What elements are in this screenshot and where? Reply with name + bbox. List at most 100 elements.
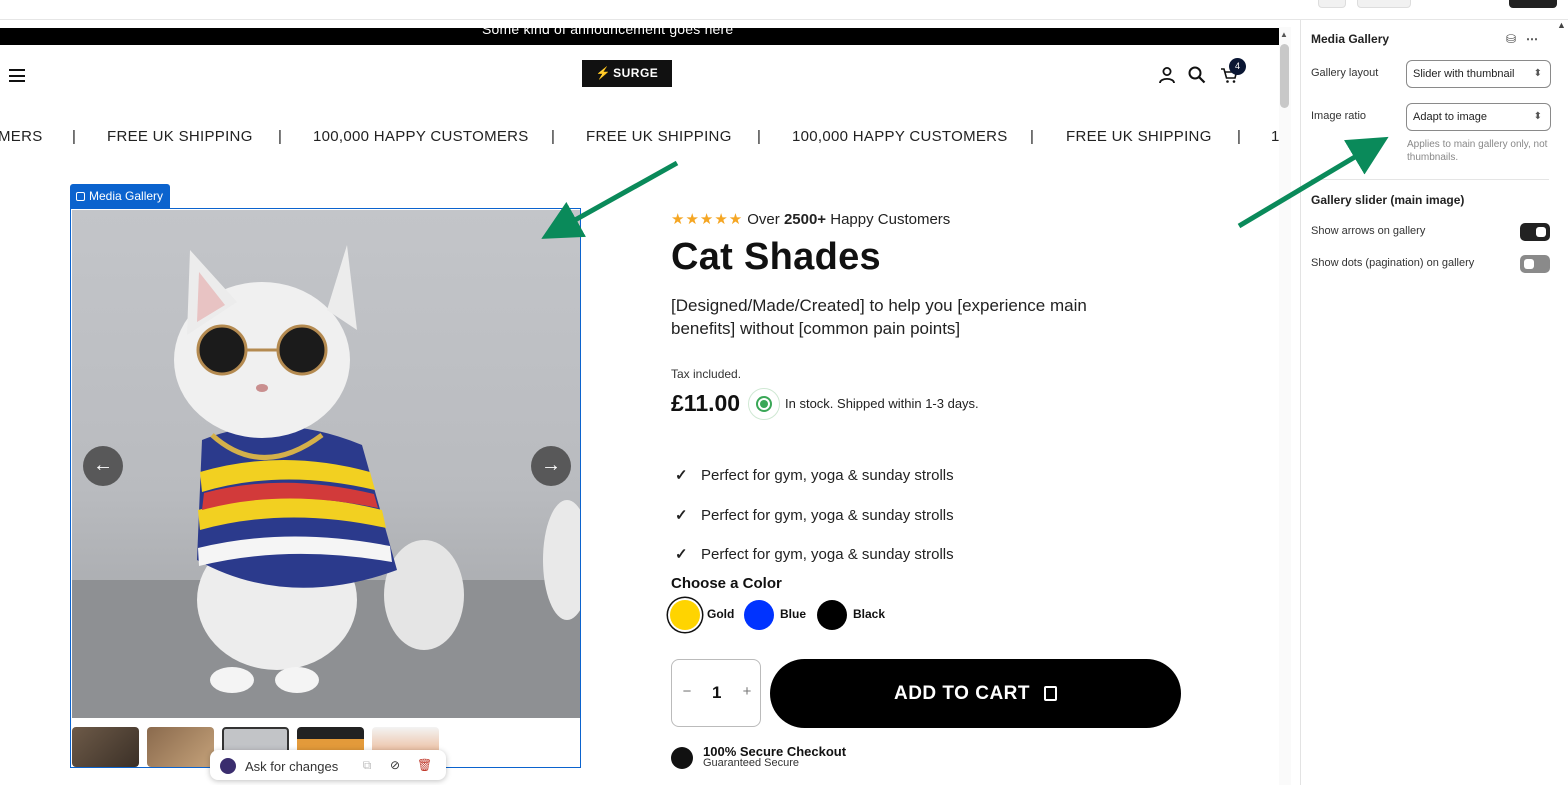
benefit-text: Perfect for gym, yoga & sunday strolls [701, 507, 954, 524]
gallery-layout-value: Slider with thumbnail [1413, 68, 1515, 80]
marquee-bar: MERS | FREE UK SHIPPING | 100,000 HAPPY … [0, 126, 1279, 148]
assistant-avatar-icon [220, 758, 236, 774]
save-button[interactable] [1509, 0, 1557, 8]
color-name-blue: Blue [780, 607, 807, 621]
color-swatch-blue[interactable] [744, 600, 774, 630]
quantity-value[interactable]: 1 [712, 683, 721, 703]
show-arrows-label: Show arrows on gallery [1311, 225, 1426, 237]
rating-stars-icon: ★★★★★ [671, 211, 744, 228]
benefit-item: ✓ Perfect for gym, yoga & sunday strolls [675, 506, 954, 524]
product-price: £11.00 [671, 390, 741, 416]
arrow-right-icon: → [541, 454, 561, 476]
slider-section-title: Gallery slider (main image) [1311, 193, 1465, 207]
preview-scrollbar[interactable]: ▲ [1279, 27, 1291, 785]
benefit-item: ✓ Perfect for gym, yoga & sunday strolls [675, 545, 954, 563]
check-icon: ✓ [675, 467, 688, 484]
marquee-divider: | [72, 128, 77, 145]
scrollbar-thumb[interactable] [1280, 44, 1289, 108]
product-title: Cat Shades [671, 236, 881, 278]
add-to-cart-button[interactable]: ADD TO CART [770, 659, 1181, 728]
media-gallery-section-tag[interactable]: Media Gallery [70, 184, 171, 208]
main-product-image[interactable] [72, 210, 580, 718]
marquee-divider: | [551, 128, 556, 145]
image-ratio-label: Image ratio [1311, 110, 1367, 122]
gallery-next-button[interactable]: → [531, 446, 571, 486]
in-stock-indicator-icon [748, 388, 780, 420]
chevron-updown-icon: ⬍ [1533, 68, 1542, 79]
section-icon [76, 192, 85, 201]
product-description: [Designed/Made/Created] to help you [exp… [671, 296, 1087, 338]
show-dots-toggle[interactable] [1520, 255, 1550, 273]
show-dots-label: Show dots (pagination) on gallery [1311, 257, 1475, 269]
announcement-bar: Some kind of announcement goes here [0, 28, 1279, 45]
cart-count-badge: 4 [1229, 58, 1246, 75]
quantity-decrease-button[interactable]: − [680, 683, 694, 700]
lock-icon [671, 747, 693, 769]
marquee-item: 100,000 HAPPY CUSTOMERS [792, 128, 1008, 145]
hide-icon[interactable]: ⊘ [388, 758, 402, 772]
gallery-layout-label: Gallery layout [1311, 67, 1379, 79]
marquee-divider: | [757, 128, 762, 145]
section-tag-label: Media Gallery [89, 189, 164, 203]
rating-count: 2500+ [783, 211, 827, 228]
logo-text: SURGE [613, 66, 659, 80]
more-options-icon[interactable]: ⋯ [1526, 32, 1538, 46]
image-ratio-select[interactable]: Adapt to image ⬍ [1406, 103, 1551, 131]
color-option-label: Choose a Color [671, 575, 782, 592]
panel-title: Media Gallery [1311, 32, 1390, 46]
stock-status: In stock. Shipped within 1-3 days. [785, 396, 979, 411]
ask-for-changes-bar: Ask for changes ⧉ ⊘ 🗑 [210, 750, 446, 780]
tax-note: Tax included. [671, 367, 742, 381]
color-swatch-gold[interactable] [670, 600, 700, 630]
database-icon[interactable]: ⛁ [1506, 32, 1516, 46]
quantity-increase-button[interactable]: + [740, 683, 754, 700]
rating-row: ★★★★★ Over 2500+ Happy Customers [671, 210, 950, 228]
site-header: ⚡ SURGE 4 [0, 45, 1279, 105]
settings-panel: Media Gallery ⛁ ⋯ Gallery layout Slider … [1300, 20, 1568, 785]
shopping-bag-icon [1044, 686, 1058, 701]
ask-for-changes-button[interactable]: Ask for changes [245, 759, 338, 774]
rating-prefix: Over [747, 211, 780, 228]
quantity-stepper: − 1 + [671, 659, 761, 727]
thumbnail[interactable] [147, 727, 214, 767]
menu-icon[interactable] [9, 69, 25, 82]
marquee-item: MERS [0, 128, 43, 145]
marquee-item: FREE UK SHIPPING [1066, 128, 1212, 145]
benefit-text: Perfect for gym, yoga & sunday strolls [701, 467, 954, 484]
device-toggle[interactable] [1357, 0, 1411, 8]
toolbar-button[interactable] [1318, 0, 1346, 8]
image-ratio-value: Adapt to image [1413, 111, 1487, 123]
color-name-gold: Gold [707, 607, 735, 621]
image-ratio-help: Applies to main gallery only, not thumbn… [1407, 139, 1548, 163]
editor-window: { "announcement": "Some kind of announce… [0, 0, 1568, 785]
delete-icon[interactable]: 🗑 [417, 758, 432, 772]
thumbnail[interactable] [72, 727, 139, 767]
account-icon[interactable] [1157, 65, 1177, 85]
arrow-left-icon: ← [93, 454, 113, 476]
check-icon: ✓ [675, 546, 688, 563]
benefit-item: ✓ Perfect for gym, yoga & sunday strolls [675, 466, 954, 484]
show-arrows-toggle[interactable] [1520, 223, 1550, 241]
store-logo[interactable]: ⚡ SURGE [582, 60, 672, 87]
search-icon[interactable] [1187, 65, 1207, 85]
marquee-divider: | [1030, 128, 1035, 145]
scroll-up-icon[interactable]: ▲ [1280, 30, 1288, 39]
rating-suffix: Happy Customers [830, 211, 951, 228]
benefit-text: Perfect for gym, yoga & sunday strolls [701, 546, 954, 563]
copy-icon[interactable]: ⧉ [360, 758, 374, 772]
color-name-black: Black [853, 607, 886, 621]
cat-photo [72, 245, 580, 718]
gallery-prev-button[interactable]: ← [83, 446, 123, 486]
divider [1311, 179, 1549, 180]
marquee-item: 100,000 HAPPY CUSTOMERS [313, 128, 529, 145]
panel-scroll-up-icon[interactable]: ▲ [1557, 20, 1566, 30]
color-swatch-black[interactable] [817, 600, 847, 630]
marquee-item: FREE UK SHIPPING [586, 128, 732, 145]
gallery-layout-select[interactable]: Slider with thumbnail ⬍ [1406, 60, 1551, 88]
marquee-item: 1 [1271, 128, 1279, 145]
editor-toolbar [0, 0, 1568, 20]
marquee-item: FREE UK SHIPPING [107, 128, 253, 145]
chevron-updown-icon: ⬍ [1533, 111, 1542, 122]
marquee-divider: | [278, 128, 283, 145]
announcement-text: Some kind of announcement goes here [482, 28, 734, 37]
